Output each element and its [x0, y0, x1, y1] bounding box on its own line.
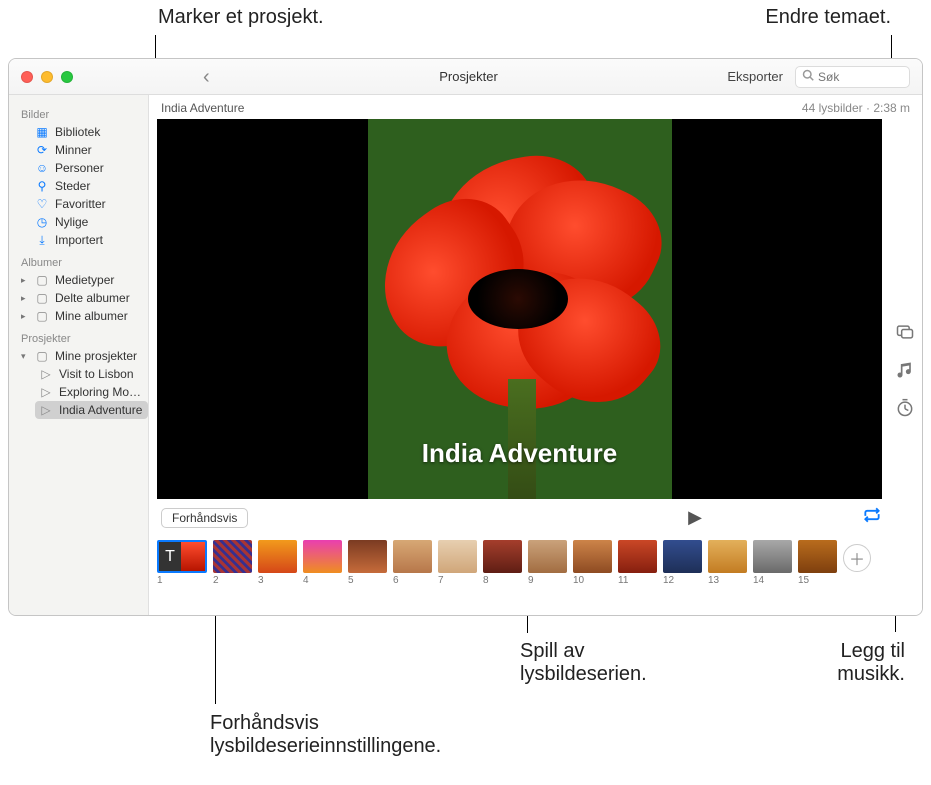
callout-change-theme: Endre temaet.	[765, 6, 891, 29]
play-button[interactable]: ▶	[688, 507, 702, 528]
project-header: India Adventure 44 lysbilder · 2:38 m	[149, 95, 922, 119]
slide-thumb-7[interactable]: 7	[438, 540, 477, 586]
slide-thumb-12[interactable]: 12	[663, 540, 702, 586]
sidebar-section-photos: Bilder	[21, 109, 148, 121]
back-button[interactable]: ‹	[203, 67, 210, 87]
sidebar-section-albums: Albumer	[21, 257, 148, 269]
slideshow-tools	[894, 321, 916, 419]
sidebar: Bilder ▦Bibliotek ⟳Minner ☺Personer ⚲Ste…	[9, 95, 149, 615]
sidebar-item-my-projects[interactable]: ▾▢Mine prosjekter	[17, 347, 148, 365]
slideshow-icon: ▷	[39, 385, 53, 399]
controls-row: Forhåndsvis ▶	[149, 499, 922, 536]
add-slide-button[interactable]: ＋	[843, 544, 871, 572]
slide-thumb-4[interactable]: 4	[303, 540, 342, 586]
sidebar-item-recent[interactable]: ◷Nylige	[17, 213, 148, 231]
folder-icon: ▢	[35, 309, 49, 323]
memories-icon: ⟳	[35, 143, 49, 157]
slide-count: 44 lysbilder	[802, 101, 863, 115]
slideshow-icon: ▷	[39, 367, 53, 381]
slide-thumb-15[interactable]: 15	[798, 540, 837, 586]
search-input[interactable]	[818, 70, 903, 84]
titlebar: ‹ Prosjekter Eksporter	[9, 59, 922, 95]
sidebar-item-mediatypes[interactable]: ▸▢Medietyper	[17, 271, 148, 289]
heart-icon: ♡	[35, 197, 49, 211]
project-duration: 2:38 m	[873, 101, 910, 115]
sidebar-item-people[interactable]: ☺Personer	[17, 159, 148, 177]
slide-thumb-5[interactable]: 5	[348, 540, 387, 586]
duration-button[interactable]	[894, 397, 916, 419]
main-area: India Adventure 44 lysbilder · 2:38 m	[149, 95, 922, 615]
folder-icon: ▢	[35, 291, 49, 305]
window-controls	[21, 71, 73, 83]
thumbnail-strip: T1 2 3 4 5 6 7 8 9 10 11 12 13 14 15 ＋	[149, 536, 922, 594]
places-icon: ⚲	[35, 179, 49, 193]
minimize-window-button[interactable]	[41, 71, 53, 83]
slide-thumb-14[interactable]: 14	[753, 540, 792, 586]
slide-thumb-6[interactable]: 6	[393, 540, 432, 586]
slide-thumb-8[interactable]: 8	[483, 540, 522, 586]
slide-thumb-9[interactable]: 9	[528, 540, 567, 586]
sidebar-project-2[interactable]: ▷Exploring Mor…	[35, 383, 148, 401]
slide-thumb-1[interactable]: T1	[157, 540, 207, 586]
people-icon: ☺	[35, 161, 49, 175]
slideshow-preview: India Adventure	[157, 119, 882, 499]
sidebar-item-places[interactable]: ⚲Steder	[17, 177, 148, 195]
theme-button[interactable]	[894, 321, 916, 343]
sidebar-project-1[interactable]: ▷Visit to Lisbon	[35, 365, 148, 383]
slide-caption: India Adventure	[157, 438, 882, 469]
import-icon: ⤓	[35, 233, 49, 247]
callout-select-project: Marker et prosjekt.	[158, 6, 324, 29]
callout-preview-settings: Forhåndsvis lysbildeserieinnstillingene.	[210, 712, 441, 758]
window-title: Prosjekter	[210, 69, 728, 84]
search-icon	[802, 69, 814, 84]
slide-thumb-2[interactable]: 2	[213, 540, 252, 586]
library-icon: ▦	[35, 125, 49, 139]
slide-thumb-10[interactable]: 10	[573, 540, 612, 586]
sidebar-item-imported[interactable]: ⤓Importert	[17, 231, 148, 249]
folder-icon: ▢	[35, 349, 49, 363]
sidebar-section-projects: Prosjekter	[21, 333, 148, 345]
sidebar-item-my-albums[interactable]: ▸▢Mine albumer	[17, 307, 148, 325]
preview-button[interactable]: Forhåndsvis	[161, 508, 248, 528]
loop-button[interactable]	[862, 505, 882, 530]
sidebar-item-shared-albums[interactable]: ▸▢Delte albumer	[17, 289, 148, 307]
slide-thumb-11[interactable]: 11	[618, 540, 657, 586]
slideshow-icon: ▷	[39, 403, 53, 417]
folder-icon: ▢	[35, 273, 49, 287]
search-field[interactable]	[795, 66, 910, 88]
music-button[interactable]	[894, 359, 916, 381]
sidebar-item-favorites[interactable]: ♡Favoritter	[17, 195, 148, 213]
slide-thumb-13[interactable]: 13	[708, 540, 747, 586]
project-name: India Adventure	[161, 101, 244, 115]
app-window: ‹ Prosjekter Eksporter Bilder ▦Bibliotek…	[8, 58, 923, 616]
callout-add-music: Legg til musikk.	[837, 640, 905, 686]
sidebar-item-library[interactable]: ▦Bibliotek	[17, 123, 148, 141]
sidebar-project-3[interactable]: ▷India Adventure	[35, 401, 148, 419]
export-button[interactable]: Eksporter	[727, 69, 783, 84]
close-window-button[interactable]	[21, 71, 33, 83]
clock-icon: ◷	[35, 215, 49, 229]
sidebar-item-memories[interactable]: ⟳Minner	[17, 141, 148, 159]
slide-thumb-3[interactable]: 3	[258, 540, 297, 586]
title-badge-icon: T	[159, 542, 181, 571]
zoom-window-button[interactable]	[61, 71, 73, 83]
callout-play-slideshow: Spill av lysbildeserien.	[520, 640, 647, 686]
